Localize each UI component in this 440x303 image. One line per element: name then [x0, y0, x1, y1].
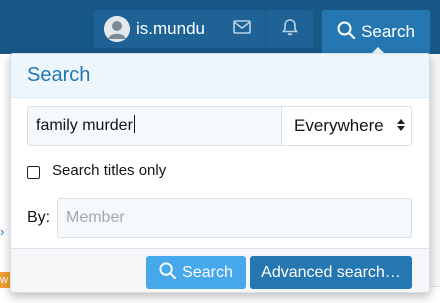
page-edge-tag: w — [0, 272, 10, 288]
search-nav-tab[interactable]: Search — [322, 10, 430, 55]
select-arrows-icon — [397, 119, 405, 131]
search-scope-value: Everywhere — [294, 116, 384, 135]
search-submit-label: Search — [182, 263, 233, 281]
bell-icon — [281, 18, 298, 41]
user-avatar-icon — [104, 16, 130, 42]
search-icon — [337, 21, 356, 44]
search-keywords-value: family murder — [36, 117, 133, 134]
member-filter-row: By: Member — [27, 198, 412, 238]
by-label: By: — [27, 209, 51, 226]
search-menu: Search family murder Everywhere Search t… — [10, 53, 430, 293]
search-menu-title: Search — [27, 64, 91, 86]
alerts-button[interactable] — [266, 10, 313, 48]
advanced-search-button[interactable]: Advanced search… — [250, 256, 412, 289]
user-account-link[interactable]: is.mundu — [94, 10, 218, 48]
member-placeholder: Member — [66, 209, 125, 226]
page-edge-link: › — [0, 224, 5, 239]
envelope-icon — [232, 19, 251, 39]
advanced-search-label: Advanced search… — [261, 263, 401, 281]
titles-only-option[interactable]: Search titles only — [27, 162, 166, 179]
titles-only-checkbox[interactable] — [27, 165, 40, 179]
inbox-button[interactable] — [218, 10, 265, 48]
search-keywords-input[interactable]: family murder — [27, 106, 282, 146]
top-navigation-bar: is.mundu Search — [0, 0, 440, 55]
search-submit-button[interactable]: Search — [146, 256, 246, 289]
search-scope-select[interactable]: Everywhere — [282, 106, 412, 146]
page-content-edge — [0, 54, 10, 303]
text-cursor — [133, 115, 135, 133]
search-icon — [159, 261, 177, 284]
username-label: is.mundu — [136, 19, 205, 38]
member-input[interactable]: Member — [57, 198, 412, 238]
titles-only-label: Search titles only — [52, 162, 167, 179]
search-menu-header: Search — [11, 54, 429, 98]
search-menu-footer: Search Advanced search… — [11, 248, 429, 292]
query-row: family murder Everywhere — [27, 106, 412, 146]
search-nav-label: Search — [361, 22, 415, 41]
